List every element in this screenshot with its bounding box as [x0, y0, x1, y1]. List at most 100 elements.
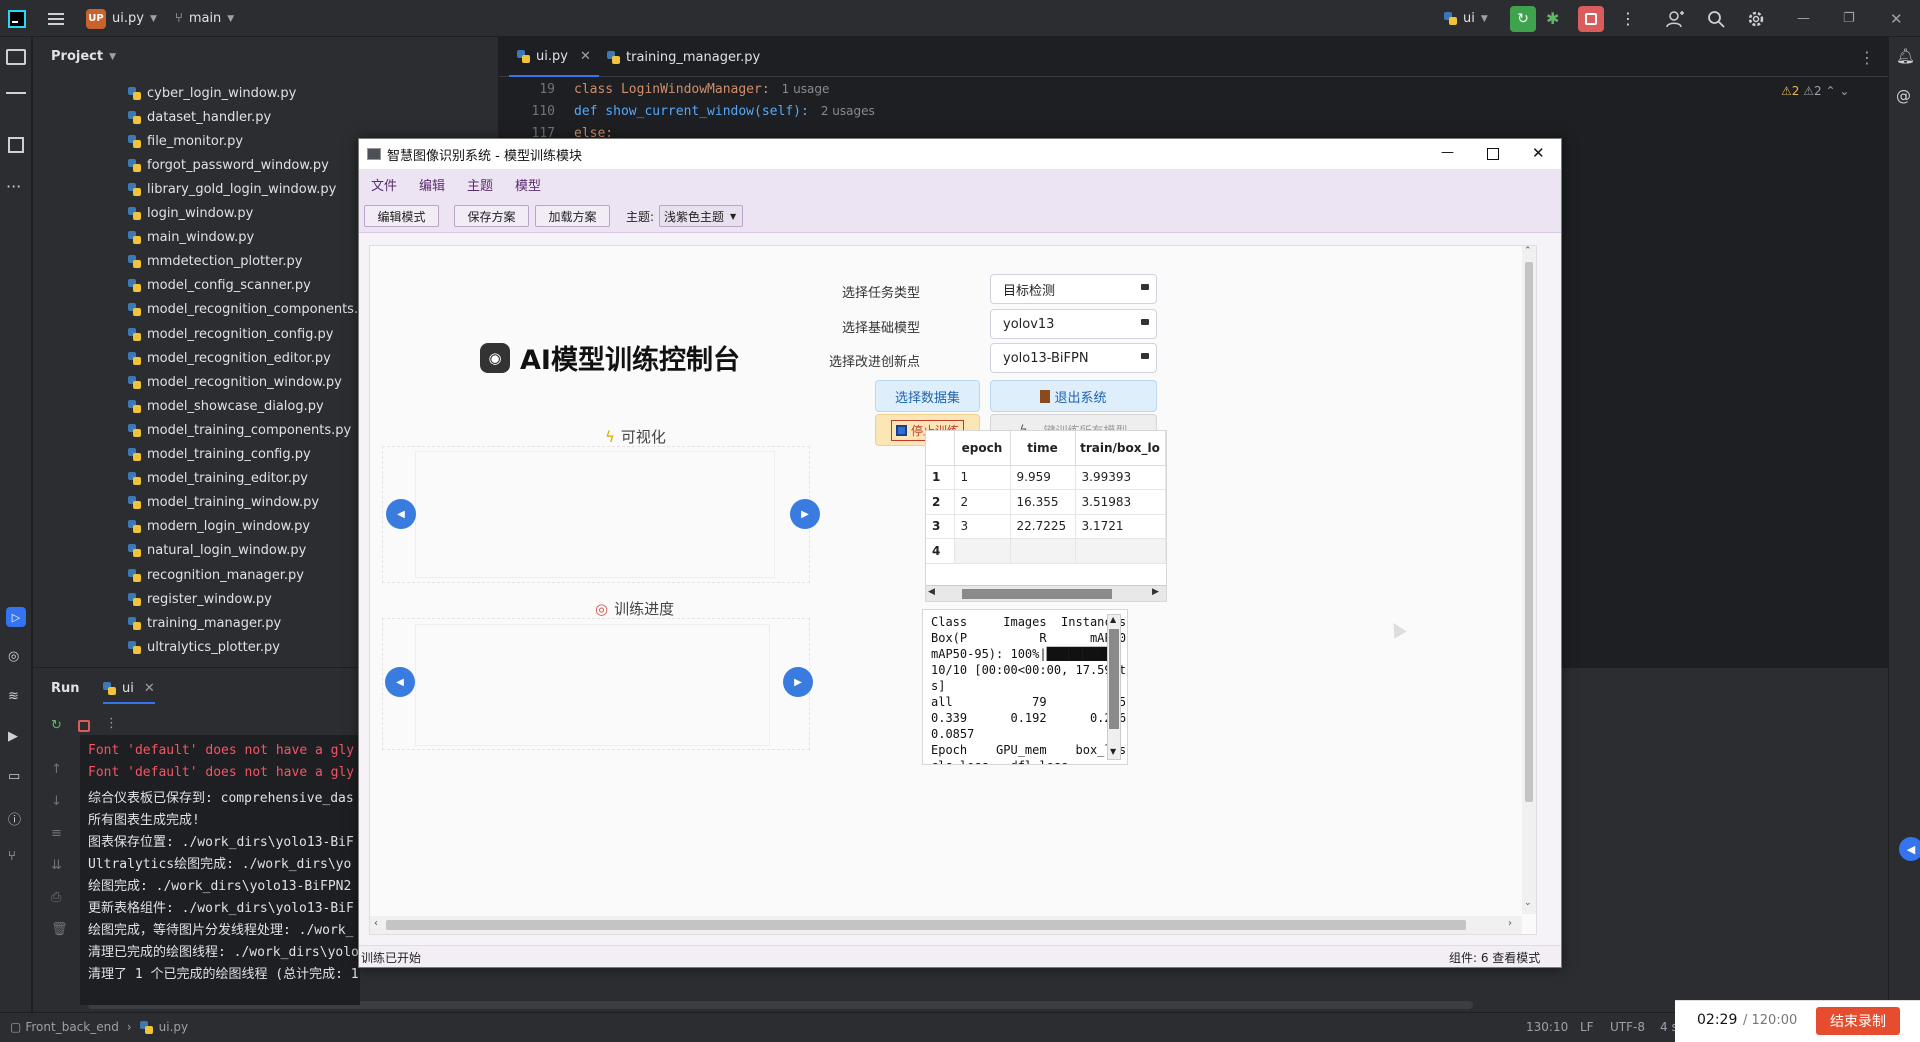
- table-row[interactable]: 4: [926, 538, 1166, 564]
- table-scroll-thumb[interactable]: [962, 589, 1112, 599]
- run-tab-ui[interactable]: ui ✕: [103, 681, 155, 704]
- scroll-down-icon[interactable]: ⌄: [1524, 898, 1532, 908]
- run-config-selector[interactable]: ui ▼: [1444, 0, 1488, 37]
- file-tree-item[interactable]: library_gold_login_window.py: [128, 179, 336, 199]
- close-icon[interactable]: ✕: [1890, 0, 1903, 37]
- file-tree-item[interactable]: model_training_components.py: [128, 420, 351, 440]
- next-chart-button[interactable]: ▶: [783, 667, 813, 697]
- file-tree-item[interactable]: model_showcase_dialog.py: [128, 396, 324, 416]
- table-row[interactable]: 3 3 22.7225 3.1721: [926, 514, 1166, 539]
- body-scroll-thumb[interactable]: [1525, 262, 1533, 802]
- table-cell[interactable]: 9.959: [1010, 465, 1076, 490]
- structure-icon[interactable]: [8, 137, 24, 153]
- body-vscrollbar[interactable]: ⌃ ⌄: [1522, 246, 1536, 914]
- scroll-right-icon[interactable]: ▶: [1152, 587, 1159, 597]
- more-actions-icon[interactable]: ⋮: [1620, 0, 1636, 37]
- body-hscrollbar[interactable]: ‹ ›: [370, 916, 1522, 934]
- row-header[interactable]: 3: [926, 514, 955, 539]
- file-tree-item[interactable]: file_monitor.py: [128, 131, 243, 151]
- improvement-select[interactable]: yolo13-BiFPN: [990, 343, 1157, 373]
- log-vscrollbar[interactable]: ▲ ▼: [1107, 614, 1121, 760]
- inspection-widget[interactable]: ⚠2 ⚠2 ⌃ ⌄: [1781, 84, 1849, 98]
- table-cell[interactable]: 1: [954, 465, 1011, 490]
- python-console-icon[interactable]: ◎: [8, 649, 19, 664]
- ai-assistant-icon[interactable]: @: [1896, 87, 1911, 105]
- services-icon[interactable]: ▶: [8, 729, 18, 744]
- scroll-down-icon[interactable]: ▼: [1110, 747, 1116, 756]
- file-tree-item[interactable]: cyber_login_window.py: [128, 83, 296, 103]
- maximize-icon[interactable]: [1487, 148, 1499, 160]
- file-tree-item[interactable]: model_training_editor.py: [128, 469, 308, 489]
- table-cell[interactable]: [954, 538, 1011, 564]
- usage-hint[interactable]: 1 usage: [782, 82, 830, 96]
- file-tree-item[interactable]: recognition_manager.py: [128, 565, 304, 585]
- file-tree-item[interactable]: main_window.py: [128, 228, 254, 248]
- collapse-panel-icon[interactable]: ◀: [1899, 837, 1920, 861]
- scroll-end-icon[interactable]: ⇊: [51, 850, 68, 882]
- more-tools-icon[interactable]: ···: [6, 177, 21, 196]
- minimize-icon[interactable]: —: [1797, 0, 1810, 37]
- theme-select[interactable]: 浅紫色主题 ▼: [659, 205, 743, 227]
- row-header[interactable]: 2: [926, 489, 955, 515]
- file-tree-item[interactable]: training_manager.py: [128, 613, 281, 633]
- prev-image-button[interactable]: ◀: [386, 499, 416, 529]
- file-tree-item[interactable]: modern_login_window.py: [128, 517, 310, 537]
- file-encoding[interactable]: UTF-8: [1610, 1020, 1645, 1034]
- next-image-button[interactable]: ▶: [790, 499, 820, 529]
- scroll-left-icon[interactable]: ‹: [374, 918, 378, 929]
- table-cell[interactable]: [1075, 538, 1166, 564]
- problems-icon[interactable]: ⓘ: [8, 809, 21, 828]
- scroll-left-icon[interactable]: ◀: [928, 587, 935, 597]
- column-header[interactable]: epoch: [954, 431, 1011, 466]
- caret-position[interactable]: 130:10: [1526, 1020, 1568, 1034]
- search-icon[interactable]: [1707, 0, 1725, 37]
- trash-icon[interactable]: 🗑︎: [51, 914, 68, 946]
- window-title-bar[interactable]: 智慧图像识别系统 - 模型训练模块 — ✕: [359, 139, 1561, 169]
- run-tool-icon[interactable]: ▷: [6, 607, 26, 627]
- file-tree-item[interactable]: model_training_window.py: [128, 493, 319, 513]
- gear-icon[interactable]: [1747, 0, 1765, 37]
- print-icon[interactable]: ⎙: [51, 882, 68, 914]
- add-user-icon[interactable]: [1666, 0, 1684, 37]
- edit-mode-button[interactable]: 编辑模式: [364, 205, 439, 227]
- line-separator[interactable]: LF: [1580, 1020, 1594, 1034]
- load-plan-button[interactable]: 加载方案: [535, 205, 610, 227]
- results-table[interactable]: epoch time train/box_lo 1 1 9.959 3.99393 2 2 16.…: [925, 430, 1167, 602]
- run-console-output[interactable]: Font 'default' does not have a gly Font '…: [80, 735, 360, 1005]
- usage-hint[interactable]: 2 usages: [821, 104, 875, 118]
- layers-icon[interactable]: ≋: [8, 689, 19, 704]
- base-model-select[interactable]: yolov13: [990, 309, 1157, 339]
- folder-icon[interactable]: [6, 49, 26, 65]
- more-actions-icon[interactable]: ⋮: [105, 716, 118, 731]
- row-header[interactable]: 1: [926, 465, 955, 490]
- debug-button[interactable]: ✱: [1546, 0, 1559, 37]
- exit-system-button[interactable]: 退出系统: [990, 380, 1157, 412]
- menu-file[interactable]: 文件: [371, 175, 397, 194]
- file-tree-item[interactable]: model_recognition_window.py: [128, 372, 342, 392]
- training-log[interactable]: Class Images Instances Box(P R mAP50 mAP…: [922, 609, 1128, 765]
- file-tree-item[interactable]: forgot_password_window.py: [128, 155, 329, 175]
- stop-recording-button[interactable]: 结束录制: [1816, 1007, 1900, 1035]
- save-plan-button[interactable]: 保存方案: [454, 205, 529, 227]
- close-tab-icon[interactable]: ✕: [580, 49, 591, 64]
- file-tree-item[interactable]: dataset_handler.py: [128, 107, 271, 127]
- table-cell[interactable]: 22.7225: [1010, 514, 1076, 539]
- table-cell[interactable]: 3.99393: [1075, 465, 1166, 490]
- task-type-select[interactable]: 目标检测: [990, 274, 1157, 304]
- rerun-button[interactable]: ↻: [1510, 0, 1536, 37]
- editor-more-icon[interactable]: ⋮: [1859, 37, 1875, 77]
- scroll-up-icon[interactable]: ⌃: [1524, 246, 1532, 256]
- table-cell[interactable]: 16.355: [1010, 489, 1076, 515]
- breadcrumb-item[interactable]: ui.py: [159, 1020, 188, 1034]
- body-hscroll-thumb[interactable]: [386, 920, 1466, 930]
- table-cell[interactable]: [1010, 538, 1076, 564]
- table-cell[interactable]: 3.51983: [1075, 489, 1166, 515]
- column-header[interactable]: time: [1010, 431, 1076, 466]
- file-tree-item[interactable]: login_window.py: [128, 204, 253, 224]
- commit-icon[interactable]: [6, 92, 26, 94]
- table-hscrollbar[interactable]: ◀ ▶: [926, 585, 1166, 601]
- table-cell[interactable]: 3: [954, 514, 1011, 539]
- menu-model[interactable]: 模型: [515, 175, 541, 194]
- scroll-up-icon[interactable]: ↑: [51, 754, 68, 786]
- restore-icon[interactable]: ❐: [1843, 0, 1855, 37]
